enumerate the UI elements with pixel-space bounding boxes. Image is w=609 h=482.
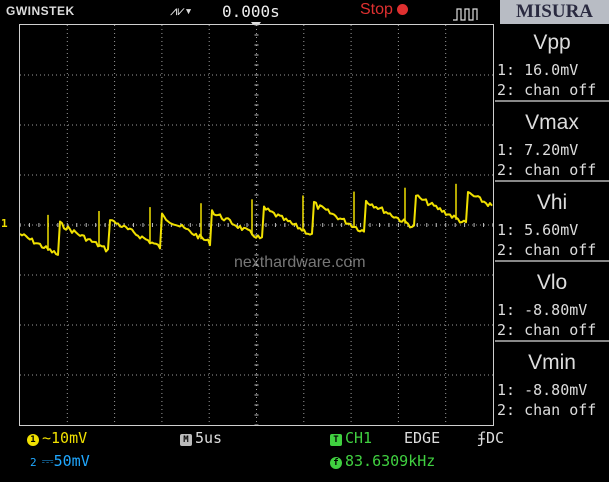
- ch1-ground-marker[interactable]: 1: [1, 217, 8, 230]
- top-status-bar: GWINSTEK ⩘⩗▾ 0.000s Stop MISURA: [0, 0, 609, 24]
- rising-edge-icon: ʄ: [477, 429, 487, 447]
- timebase-readout[interactable]: M 5us: [180, 429, 222, 447]
- measure-title: Vmax: [525, 111, 579, 134]
- frequency-value: 83.6309kHz: [345, 452, 436, 470]
- measure-vpp[interactable]: Vpp 1: 16.0mV 2: chan off: [495, 24, 609, 102]
- measure-ch1-value: 1: 5.60mV: [497, 221, 579, 239]
- measure-ch1-value: 1: 7.20mV: [497, 141, 579, 159]
- trigger-coupling: DC: [486, 429, 505, 447]
- measure-ch2-value: 2: chan off: [497, 81, 597, 99]
- frequency-readout: f 83.6309kHz: [330, 452, 435, 470]
- ch1-badge-icon: 1: [27, 434, 39, 446]
- measure-vhi[interactable]: Vhi 1: 5.60mV 2: chan off: [495, 184, 609, 262]
- measure-ch2-value: 2: chan off: [497, 401, 597, 419]
- brand-logo: GWINSTEK: [6, 4, 75, 18]
- waveform-display: nexthardware.com: [19, 24, 494, 426]
- dc-coupling-icon: ⎓: [41, 452, 54, 470]
- measure-vmax[interactable]: Vmax 1: 7.20mV 2: chan off: [495, 104, 609, 182]
- pulse-waveform-icon: [453, 6, 479, 25]
- measure-ch2-value: 2: chan off: [497, 321, 597, 339]
- trigger-badge-icon: T: [330, 434, 342, 446]
- ch2-scale-readout[interactable]: 2 ⎓50mV: [30, 452, 90, 470]
- ac-coupling-icon: ∼: [42, 429, 52, 447]
- stop-indicator-icon: [396, 4, 408, 16]
- measurement-panel: Vpp 1: 16.0mV 2: chan off Vmax 1: 7.20mV…: [495, 24, 609, 426]
- ch1-scale: 10mV: [51, 429, 88, 447]
- trigger-type: EDGE: [404, 429, 441, 447]
- measure-ch2-value: 2: chan off: [497, 161, 597, 179]
- trigger-source: CH1: [345, 429, 373, 447]
- time-delay-readout: 0.000s: [222, 2, 280, 21]
- trigger-coupling-readout: ʄDC: [477, 429, 504, 447]
- ch2-badge-icon: 2: [30, 456, 37, 469]
- trigger-mode-icon: ⩘⩗▾: [170, 4, 193, 19]
- measure-title: Vhi: [536, 191, 568, 214]
- measure-title: Vmin: [528, 351, 576, 374]
- run-status: Stop: [360, 1, 408, 19]
- measure-title: Vpp: [533, 31, 571, 54]
- ch2-scale: 50mV: [53, 452, 90, 470]
- frequency-badge-icon: f: [330, 457, 342, 469]
- run-status-label: Stop: [360, 1, 393, 18]
- graticule-grid: [20, 25, 493, 425]
- measure-ch1-value: 1: -8.80mV: [497, 381, 588, 399]
- ch1-scale-readout[interactable]: 1 ∼10mV: [27, 429, 87, 447]
- measure-vmin[interactable]: Vmin 1: -8.80mV 2: chan off: [495, 344, 609, 422]
- bottom-status-bar: 1 ∼10mV 2 ⎓50mV M 5us T CH1 EDGE ʄDC f 83.630…: [0, 428, 609, 482]
- trigger-readout[interactable]: T CH1: [330, 429, 372, 447]
- timebase: 5us: [195, 429, 223, 447]
- measure-ch1-value: 1: -8.80mV: [497, 301, 588, 319]
- watermark-text: nexthardware.com: [234, 254, 366, 271]
- measure-title: Vlo: [536, 271, 568, 294]
- measure-ch1-value: 1: 16.0mV: [497, 61, 579, 79]
- measure-ch2-value: 2: chan off: [497, 241, 597, 259]
- measure-vlo[interactable]: Vlo 1: -8.80mV 2: chan off: [495, 264, 609, 342]
- timebase-badge-icon: M: [180, 434, 192, 446]
- measure-panel-header: MISURA: [500, 0, 609, 24]
